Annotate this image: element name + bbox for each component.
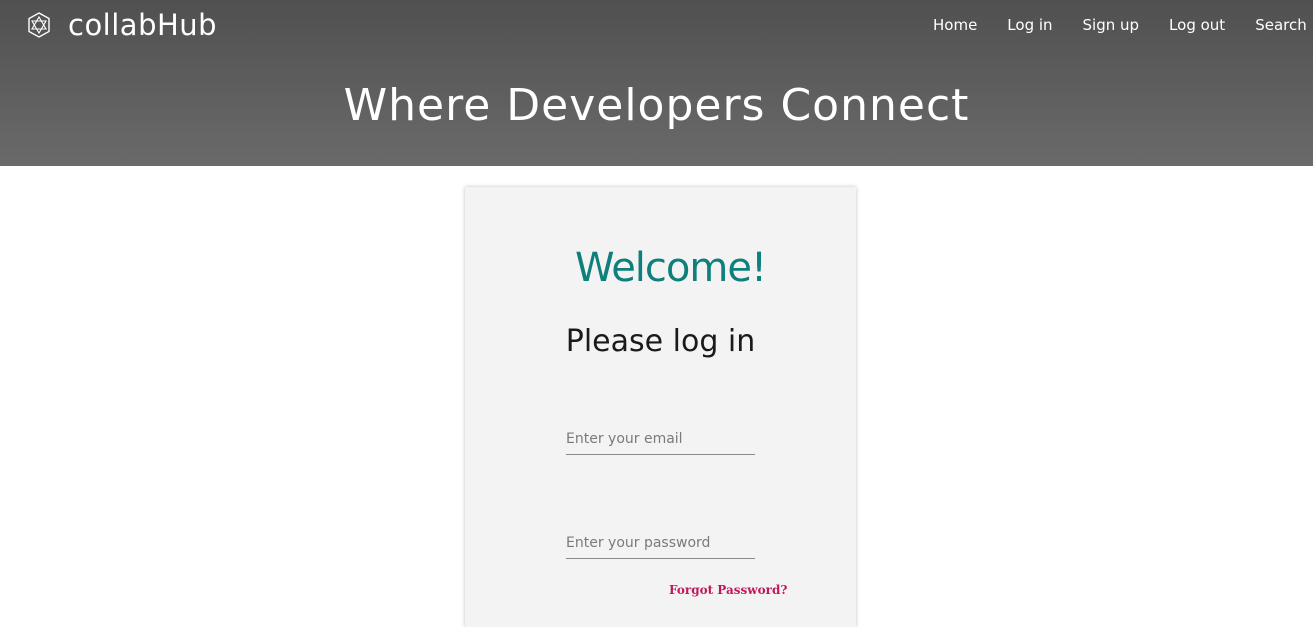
site-header: collabHub Home Log in Sign up Log out Se… bbox=[0, 0, 1313, 166]
main-nav: Home Log in Sign up Log out Search bbox=[933, 14, 1313, 36]
brand-logo-link[interactable]: collabHub bbox=[26, 8, 217, 42]
login-card: Welcome! Please log in Forgot Password? bbox=[465, 187, 856, 627]
brand-name: collabHub bbox=[68, 8, 218, 42]
nav-logout-link[interactable]: Log out bbox=[1169, 14, 1225, 36]
password-input[interactable] bbox=[566, 528, 755, 559]
forgot-password-link[interactable]: Forgot Password? bbox=[669, 583, 787, 597]
nav-search-link[interactable]: Search bbox=[1255, 14, 1307, 36]
polygon-logo-icon bbox=[28, 12, 50, 38]
nav-login-link[interactable]: Log in bbox=[1007, 14, 1052, 36]
hero-title: Where Developers Connect bbox=[343, 80, 970, 131]
email-input[interactable] bbox=[566, 424, 755, 455]
nav-home-link[interactable]: Home bbox=[933, 14, 977, 36]
welcome-heading: Welcome! bbox=[574, 245, 767, 291]
nav-signup-link[interactable]: Sign up bbox=[1083, 14, 1140, 36]
login-subtitle: Please log in bbox=[565, 324, 756, 359]
